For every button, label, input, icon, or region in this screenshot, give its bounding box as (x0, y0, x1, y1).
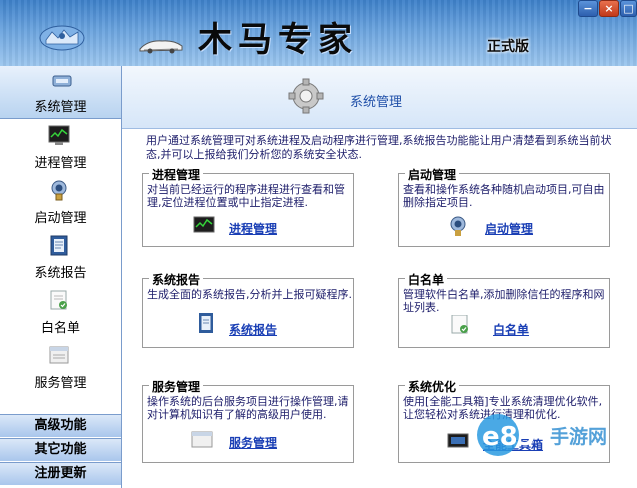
panel-whitelist: 白名单 管理软件白名单,添加删除信任的程序和网址列表. 白名单 (398, 271, 610, 348)
sidebar-item-label: 启动管理 (34, 211, 87, 226)
sidebar-item-process[interactable]: 进程管理 (0, 124, 121, 176)
startup-icon[interactable] (447, 216, 469, 236)
maximize-button[interactable]: □ (620, 0, 637, 17)
whitelist-link[interactable]: 白名单 (493, 321, 529, 338)
close-button[interactable]: × (599, 0, 619, 17)
main-header: 系统管理 (122, 66, 637, 129)
horse-logo-icon (139, 40, 183, 54)
panel-description: 查看和操作系统各种随机启动项目,可自由删除指定项目. (403, 183, 605, 209)
app-title: 木马专家 (198, 20, 358, 60)
sidebar-item-label: 白名单 (40, 321, 80, 336)
trojan-horse-emblem-icon (39, 25, 85, 51)
panel-process: 进程管理 对当前已经运行的程序进程进行查看和管理,定位进程位置或中止指定进程. … (142, 166, 354, 247)
sidebar-item-startup[interactable]: 启动管理 (0, 179, 121, 231)
sidebar-section-header[interactable]: 系统管理 (0, 66, 121, 119)
report-icon[interactable] (195, 313, 217, 333)
minimize-button[interactable]: − (578, 0, 598, 17)
startup-icon (51, 180, 67, 201)
intro-text: 用户通过系统管理可对系统进程及启动程序进行管理,系统报告功能能让用户清楚看到系统… (146, 134, 612, 161)
process-monitor-icon (48, 125, 70, 145)
e89-watermark-logo: e89 手游网 (477, 414, 607, 456)
edition-label: 正式版 (487, 39, 529, 55)
panel-description: 管理软件白名单,添加删除信任的程序和网址列表. (403, 288, 605, 314)
panel-title: 系统报告 (149, 271, 204, 288)
sidebar-section-title: 系统管理 (34, 100, 87, 115)
sidebar: 系统管理 进程管理 启动管理 系统报告 白名单 服务管理 高级功能 其它功能 注… (0, 66, 122, 488)
page-title: 系统管理 (350, 95, 403, 110)
panel-service: 服务管理 操作系统的后台服务项目进行操作管理,请对计算机知识有了解的高级用户使用… (142, 378, 354, 463)
panel-description: 生成全面的系统报告,分析并上报可疑程序. (147, 288, 352, 301)
panel-report: 系统报告 生成全面的系统报告,分析并上报可疑程序. 系统报告 (142, 271, 354, 348)
sidebar-item-service[interactable]: 服务管理 (0, 344, 121, 396)
sidebar-item-label: 进程管理 (34, 156, 87, 171)
service-manage-link[interactable]: 服务管理 (229, 434, 277, 451)
startup-manage-link[interactable]: 启动管理 (485, 220, 533, 237)
sidebar-item-label: 服务管理 (34, 376, 87, 391)
sidebar-group-register[interactable]: 注册更新 (0, 462, 121, 485)
service-icon[interactable] (191, 430, 213, 450)
panel-title: 白名单 (405, 271, 448, 288)
service-icon (49, 346, 69, 364)
panel-title: 启动管理 (405, 166, 460, 183)
panel-title: 系统优化 (405, 378, 460, 395)
sidebar-group-advanced[interactable]: 高级功能 (0, 414, 121, 437)
system-manage-icon (52, 75, 72, 87)
watermark-text: e89 (482, 422, 536, 452)
process-monitor-icon[interactable] (193, 216, 215, 236)
title-banner: 木马专家 正式版 − × □ (0, 0, 637, 66)
panel-title: 进程管理 (149, 166, 204, 183)
gear-icon (288, 78, 324, 114)
whitelist-icon[interactable] (449, 315, 471, 335)
panel-startup: 启动管理 查看和操作系统各种随机启动项目,可自由删除指定项目. 启动管理 (398, 166, 610, 247)
panel-description: 操作系统的后台服务项目进行操作管理,请对计算机知识有了解的高级用户使用. (147, 395, 349, 421)
panel-description: 对当前已经运行的程序进程进行查看和管理,定位进程位置或中止指定进程. (147, 183, 345, 209)
report-icon (50, 235, 68, 256)
sidebar-group-other[interactable]: 其它功能 (0, 438, 121, 461)
process-manage-link[interactable]: 进程管理 (229, 220, 277, 237)
sidebar-item-whitelist[interactable]: 白名单 (0, 289, 121, 341)
report-link[interactable]: 系统报告 (229, 321, 277, 338)
watermark-suffix: 手游网 (550, 425, 607, 448)
sidebar-item-report[interactable]: 系统报告 (0, 234, 121, 286)
sidebar-item-label: 系统报告 (34, 266, 87, 281)
whitelist-icon (50, 290, 67, 310)
panel-title: 服务管理 (149, 378, 204, 395)
